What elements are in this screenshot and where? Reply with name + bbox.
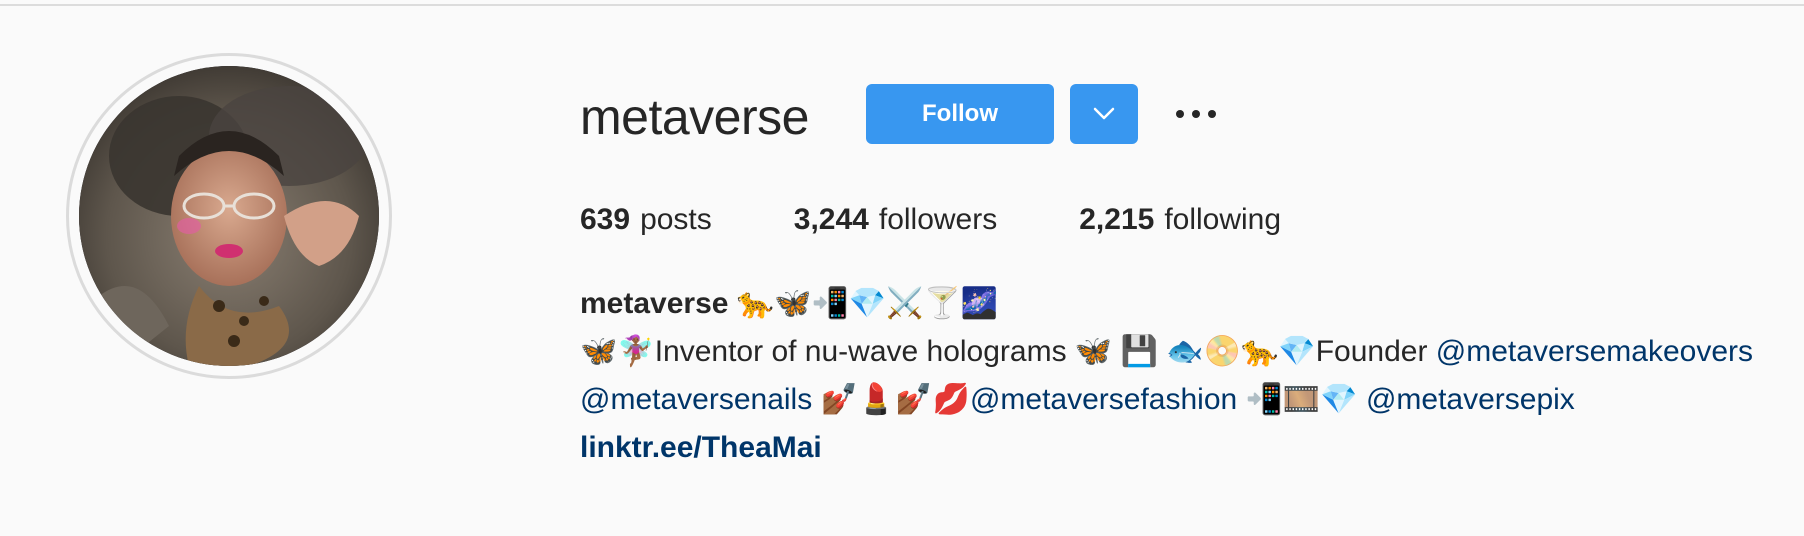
profile-stats: 639 posts 3,244 followers 2,215 followin… — [580, 200, 1281, 240]
avatar-image — [79, 66, 379, 366]
profile-bio: metaverse 🐆🦋📲💎⚔️🍸🌌 🦋🧚🏾‍♀️Inventor of nu-… — [580, 280, 1790, 472]
bio-link-line: linktr.ee/TheaMai — [580, 424, 1790, 472]
following-label: following — [1164, 203, 1282, 236]
mention-link[interactable]: @metaversenails — [580, 383, 812, 416]
bio-external-link[interactable]: linktr.ee/TheaMai — [580, 431, 822, 464]
follow-button[interactable]: Follow — [866, 84, 1054, 144]
chevron-down-icon — [1093, 107, 1115, 120]
bio-line-2-emojis-after: 📲🎞️💎 — [1237, 383, 1366, 416]
suggested-accounts-dropdown-button[interactable] — [1070, 84, 1138, 144]
profile-page: metaverse Follow 639 posts 3,244 followe… — [0, 0, 1804, 536]
followers-count: 3,244 — [793, 203, 869, 236]
top-divider — [0, 4, 1804, 6]
mention-link[interactable]: @metaversemakeovers — [1436, 335, 1753, 368]
more-horizontal-icon — [1176, 110, 1216, 118]
posts-count: 639 — [580, 203, 631, 236]
profile-username: metaverse — [580, 89, 809, 145]
bio-name-emojis: 🐆🦋📲💎⚔️🍸🌌 — [736, 287, 999, 320]
following-stat[interactable]: 2,215 following — [1079, 200, 1281, 240]
bio-line-1: 🦋🧚🏾‍♀️Inventor of nu-wave holograms 🦋 💾 … — [580, 328, 1790, 376]
bio-display-name: metaverse — [580, 287, 729, 320]
more-options-button[interactable] — [1170, 94, 1222, 134]
bio-line-2: @metaversenails 💅🏾💄💅🏾💋@metaversefashion … — [580, 376, 1790, 424]
mention-link[interactable]: @metaversepix — [1366, 383, 1575, 416]
mention-link[interactable]: @metaversefashion — [970, 383, 1237, 416]
bio-line-2-emojis: 💅🏾💄💅🏾💋 — [812, 383, 970, 416]
bio-line-1-text: 🦋🧚🏾‍♀️Inventor of nu-wave holograms 🦋 💾 … — [580, 335, 1436, 368]
profile-avatar[interactable] — [66, 53, 392, 379]
posts-label: posts — [640, 203, 712, 236]
followers-label: followers — [878, 203, 998, 236]
bio-name-line: metaverse 🐆🦋📲💎⚔️🍸🌌 — [580, 280, 1790, 328]
posts-stat: 639 posts — [580, 200, 712, 240]
followers-stat[interactable]: 3,244 followers — [794, 200, 997, 240]
following-count: 2,215 — [1079, 203, 1155, 236]
